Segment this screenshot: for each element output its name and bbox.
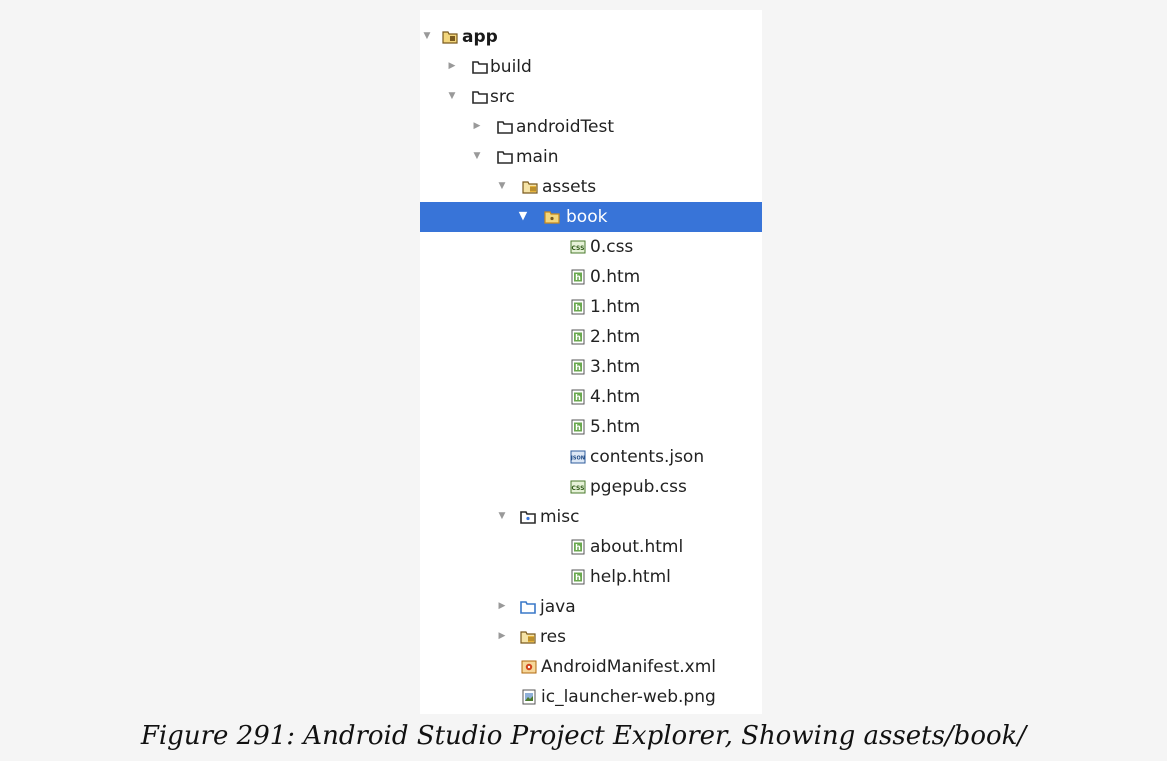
tree-item-label: androidTest [516, 117, 614, 137]
collapse-arrow-icon[interactable]: ▶ [497, 630, 507, 642]
html-file-icon: h [570, 329, 586, 345]
tree-item-label: app [462, 27, 498, 47]
svg-text:h: h [575, 273, 581, 282]
svg-text:h: h [575, 573, 581, 582]
html-file-icon: h [570, 269, 586, 285]
tree-item-label: main [516, 147, 559, 167]
tree-item-label: about.html [590, 537, 684, 557]
html-file-icon: h [570, 359, 586, 375]
tree-item-label: 0.css [590, 237, 634, 257]
package-folder-icon [544, 209, 560, 225]
folder-icon [497, 149, 513, 165]
project-explorer-panel: ▼ app ▶ build ▼ src ▶ androidTest ▼ main… [420, 10, 762, 714]
tree-item-assets[interactable]: ▼ assets [420, 172, 762, 202]
tree-item-label: book [566, 207, 608, 227]
svg-text:h: h [575, 303, 581, 312]
tree-item-help-html[interactable]: h help.html [420, 562, 762, 592]
tree-item-3-htm[interactable]: h 3.htm [420, 352, 762, 382]
tree-item-label: ic_launcher-web.png [541, 687, 716, 707]
css-file-icon: CSS [570, 479, 586, 495]
xml-manifest-icon [521, 659, 537, 675]
html-file-icon: h [570, 389, 586, 405]
tree-item-0-css[interactable]: CSS 0.css [420, 232, 762, 262]
tree-item-label: src [490, 87, 515, 107]
svg-text:CSS: CSS [572, 485, 585, 492]
tree-item-ic-launcher-web-png[interactable]: ic_launcher-web.png [420, 682, 762, 712]
tree-item-label: AndroidManifest.xml [541, 657, 717, 677]
tree-item-label: java [540, 597, 576, 617]
resource-folder-icon [520, 629, 536, 645]
html-file-icon: h [570, 419, 586, 435]
tree-item-main[interactable]: ▼ main [420, 142, 762, 172]
expand-arrow-icon[interactable]: ▼ [497, 180, 507, 192]
source-folder-icon [520, 599, 536, 615]
tree-item-androidtest[interactable]: ▶ androidTest [420, 112, 762, 142]
css-file-icon: CSS [570, 239, 586, 255]
html-file-icon: h [570, 569, 586, 585]
tree-item-book[interactable]: ▼ book [420, 202, 762, 232]
assets-folder-icon [522, 179, 538, 195]
svg-text:h: h [575, 333, 581, 342]
expand-arrow-icon[interactable]: ▼ [472, 150, 482, 162]
svg-text:h: h [575, 543, 581, 552]
tree-item-label: help.html [590, 567, 671, 587]
tree-item-2-htm[interactable]: h 2.htm [420, 322, 762, 352]
tree-item-label: res [540, 627, 566, 647]
tree-item-1-htm[interactable]: h 1.htm [420, 292, 762, 322]
folder-icon [472, 59, 488, 75]
svg-text:h: h [575, 393, 581, 402]
tree-item-label: assets [542, 177, 597, 197]
module-folder-icon [442, 29, 458, 45]
collapse-arrow-icon[interactable]: ▶ [472, 120, 482, 132]
folder-icon [472, 89, 488, 105]
tree-item-label: pgepub.css [590, 477, 687, 497]
tree-item-pgepub-css[interactable]: CSS pgepub.css [420, 472, 762, 502]
expand-arrow-icon[interactable]: ▼ [497, 510, 507, 522]
svg-text:h: h [575, 363, 581, 372]
collapse-arrow-icon[interactable]: ▶ [447, 60, 457, 72]
svg-text:CSS: CSS [572, 245, 585, 252]
tree-item-label: contents.json [590, 447, 705, 467]
tree-item-androidmanifest-xml[interactable]: AndroidManifest.xml [420, 652, 762, 682]
tree-item-label: 5.htm [590, 417, 641, 437]
html-file-icon: h [570, 539, 586, 555]
tree-item-src[interactable]: ▼ src [420, 82, 762, 112]
tree-item-label: 1.htm [590, 297, 641, 317]
tree-item-0-htm[interactable]: h 0.htm [420, 262, 762, 292]
tree-item-4-htm[interactable]: h 4.htm [420, 382, 762, 412]
tree-item-app[interactable]: ▼ app [420, 22, 762, 52]
expand-arrow-icon[interactable]: ▼ [447, 90, 457, 102]
tree-item-label: misc [540, 507, 580, 527]
tree-item-build[interactable]: ▶ build [420, 52, 762, 82]
package-folder-icon [520, 509, 536, 525]
html-file-icon: h [570, 299, 586, 315]
folder-icon [497, 119, 513, 135]
tree-item-about-html[interactable]: h about.html [420, 532, 762, 562]
tree-item-label: 3.htm [590, 357, 641, 377]
expand-arrow-icon[interactable]: ▼ [422, 30, 432, 42]
tree-item-label: 0.htm [590, 267, 641, 287]
tree-item-label: build [490, 57, 532, 77]
svg-text:h: h [575, 423, 581, 432]
tree-item-label: 2.htm [590, 327, 641, 347]
image-file-icon [521, 689, 537, 705]
tree-item-label: 4.htm [590, 387, 641, 407]
svg-text:JSON: JSON [570, 456, 585, 462]
tree-item-contents-json[interactable]: JSON contents.json [420, 442, 762, 472]
tree-item-res[interactable]: ▶ res [420, 622, 762, 652]
figure-caption: Figure 291: Android Studio Project Explo… [140, 721, 1027, 751]
tree-item-misc[interactable]: ▼ misc [420, 502, 762, 532]
json-file-icon: JSON [570, 449, 586, 465]
expand-arrow-icon[interactable]: ▼ [518, 210, 528, 222]
collapse-arrow-icon[interactable]: ▶ [497, 600, 507, 612]
tree-item-5-htm[interactable]: h 5.htm [420, 412, 762, 442]
tree-item-java[interactable]: ▶ java [420, 592, 762, 622]
